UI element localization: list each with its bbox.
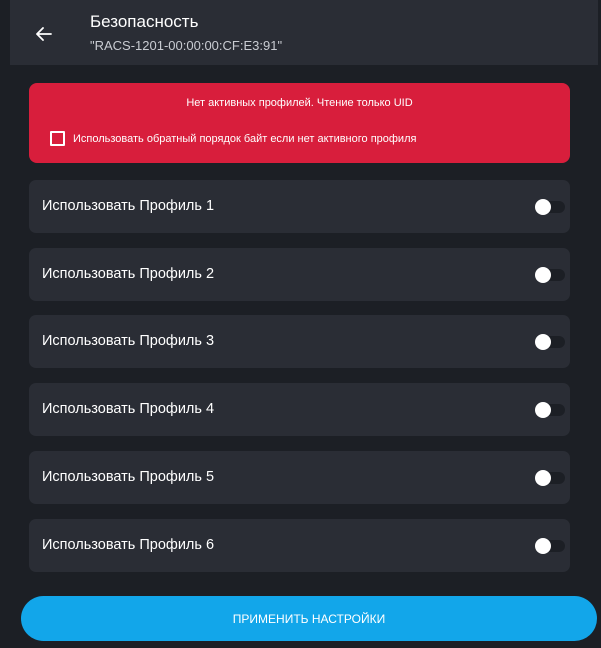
alert-message: Нет активных профилей. Чтение только UID — [186, 97, 413, 109]
profile-label: Использовать Профиль 4 — [42, 401, 215, 417]
page-title: Безопасность — [90, 12, 199, 31]
toggle-thumb — [535, 334, 551, 350]
profile-label: Использовать Профиль 6 — [42, 537, 215, 553]
profile-label: Использовать Профиль 5 — [42, 469, 215, 485]
profile-toggle[interactable] — [535, 267, 567, 283]
profile-row-2[interactable]: Использовать Профиль 2 — [29, 248, 570, 301]
checkbox-box[interactable] — [50, 131, 65, 146]
apply-settings-button[interactable]: ПРИМЕНИТЬ НАСТРОЙКИ — [21, 596, 597, 641]
app-header: Безопасность "RACS-1201-00:00:00:CF:E3:9… — [10, 0, 598, 65]
profile-toggle[interactable] — [535, 470, 567, 486]
device-id: "RACS-1201-00:00:00:CF:E3:91" — [90, 38, 283, 53]
toggle-thumb — [535, 538, 551, 554]
no-active-profiles-alert: Нет активных профилей. Чтение только UID… — [29, 83, 570, 163]
profile-row-3[interactable]: Использовать Профиль 3 — [29, 315, 570, 368]
profile-toggle[interactable] — [535, 538, 567, 554]
reverse-byte-order-checkbox[interactable]: Использовать обратный порядок байт если … — [50, 131, 416, 146]
back-button[interactable] — [32, 22, 56, 46]
security-screen: Безопасность "RACS-1201-00:00:00:CF:E3:9… — [0, 0, 601, 648]
profile-row-5[interactable]: Использовать Профиль 5 — [29, 451, 570, 504]
toggle-thumb — [535, 402, 551, 418]
profile-label: Использовать Профиль 3 — [42, 333, 215, 349]
profile-toggle[interactable] — [535, 402, 567, 418]
profile-toggle[interactable] — [535, 334, 567, 350]
toggle-thumb — [535, 267, 551, 283]
arrow-left-icon — [36, 27, 52, 41]
profile-row-4[interactable]: Использовать Профиль 4 — [29, 383, 570, 436]
profile-toggle[interactable] — [535, 199, 567, 215]
profile-label: Использовать Профиль 2 — [42, 266, 215, 282]
profile-label: Использовать Профиль 1 — [42, 198, 215, 214]
profile-row-1[interactable]: Использовать Профиль 1 — [29, 180, 570, 233]
toggle-thumb — [535, 199, 551, 215]
profile-row-6[interactable]: Использовать Профиль 6 — [29, 519, 570, 572]
checkbox-label: Использовать обратный порядок байт если … — [73, 132, 417, 145]
toggle-thumb — [535, 470, 551, 486]
